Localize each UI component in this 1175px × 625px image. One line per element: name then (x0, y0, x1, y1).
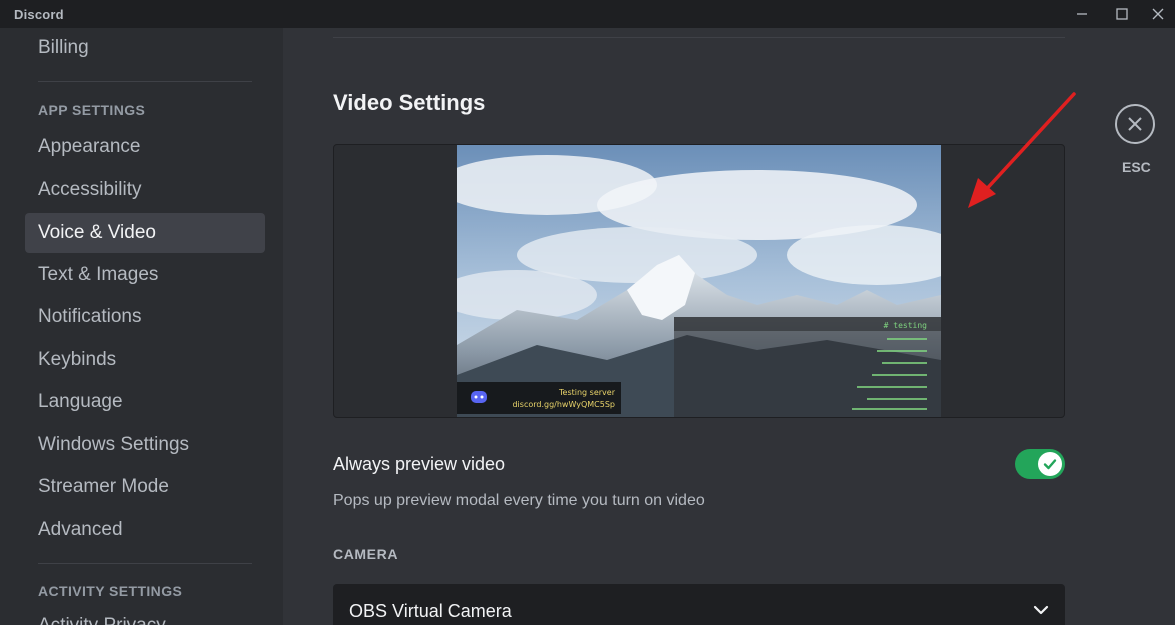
always-preview-description: Pops up preview modal every time you tur… (333, 492, 705, 509)
sidebar-item-language[interactable]: Language (25, 382, 265, 422)
minimize-icon (1077, 13, 1087, 15)
app-title: Discord (14, 7, 64, 22)
sidebar-divider (38, 81, 252, 82)
content-divider (333, 37, 1065, 38)
sidebar-item-text-images[interactable]: Text & Images (25, 255, 265, 295)
camera-select[interactable]: OBS Virtual Camera (333, 584, 1065, 625)
window-close-button[interactable] (1138, 0, 1175, 28)
overlay-invite: discord.gg/hwWyQMC5Sp (512, 400, 615, 409)
sidebar-header-activity-settings: ACTIVITY SETTINGS (38, 583, 183, 599)
sidebar-item-billing[interactable]: Billing (25, 28, 265, 68)
sidebar-header-app-settings: APP SETTINGS (38, 102, 146, 118)
sidebar-item-activity-privacy[interactable]: Activity Privacy (25, 606, 265, 625)
camera-feed: # testing Testing server discord.gg/hwWy… (457, 145, 941, 417)
maximize-icon (1116, 8, 1128, 20)
mountain-scene: # testing Testing server discord.gg/hwWy… (457, 145, 941, 417)
camera-header: CAMERA (333, 546, 399, 562)
always-preview-toggle[interactable] (1015, 449, 1065, 479)
sidebar-divider (38, 563, 252, 564)
camera-select-value: OBS Virtual Camera (349, 601, 512, 621)
sidebar-item-streamer-mode[interactable]: Streamer Mode (25, 467, 265, 507)
sidebar-item-voice-video[interactable]: Voice & Video (25, 213, 265, 253)
close-icon (1128, 117, 1142, 131)
sidebar-item-appearance[interactable]: Appearance (25, 127, 265, 167)
sidebar-item-keybinds[interactable]: Keybinds (25, 340, 265, 380)
section-title: Video Settings (333, 90, 486, 115)
check-icon (1043, 459, 1057, 470)
maximize-button[interactable] (1102, 0, 1142, 28)
sidebar-item-windows-settings[interactable]: Windows Settings (25, 425, 265, 465)
settings-sidebar: Billing APP SETTINGS Appearance Accessib… (0, 28, 283, 625)
minimize-button[interactable] (1062, 0, 1102, 28)
sidebar-item-accessibility[interactable]: Accessibility (25, 170, 265, 210)
discord-logo-icon (471, 391, 487, 403)
toggle-knob (1038, 452, 1062, 476)
esc-label: ESC (1122, 159, 1151, 175)
chevron-down-icon (1033, 605, 1049, 615)
window-close-icon (1152, 8, 1164, 20)
overlay-server: Testing server (558, 388, 616, 397)
sidebar-item-notifications[interactable]: Notifications (25, 297, 265, 337)
sidebar-item-advanced[interactable]: Advanced (25, 510, 265, 550)
close-settings-button[interactable] (1115, 104, 1155, 144)
annotation-arrow-icon (968, 92, 1076, 208)
overlay-channel: # testing (884, 321, 928, 330)
video-preview: # testing Testing server discord.gg/hwWy… (333, 144, 1065, 418)
always-preview-title: Always preview video (333, 454, 506, 474)
title-bar: Discord (0, 0, 1175, 28)
